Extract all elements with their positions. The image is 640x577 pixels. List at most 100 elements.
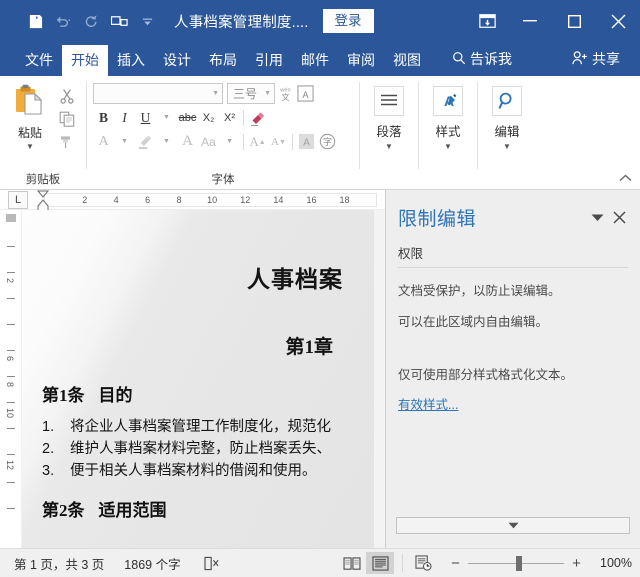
page-indicator[interactable]: 第 1 页，共 3 页 <box>14 554 104 573</box>
spelling-check-icon[interactable] <box>201 552 225 574</box>
paragraph-icon <box>374 86 404 116</box>
indent-marker[interactable] <box>36 190 50 210</box>
zoom-in-button[interactable]: + <box>570 556 583 571</box>
list-item-number: 2. <box>42 438 70 460</box>
format-painter-icon[interactable] <box>56 132 78 152</box>
doc-chapter: 第1章 <box>36 332 355 359</box>
view-print-layout-button[interactable] <box>366 552 394 574</box>
ruler-tick: 10 <box>207 195 217 205</box>
maximize-icon[interactable] <box>552 0 596 42</box>
text-effects-icon[interactable]: A <box>93 131 114 152</box>
vertical-ruler[interactable]: 2 6 8 10 12 <box>0 210 22 548</box>
grow-font-icon[interactable]: A▲ <box>247 131 268 152</box>
minimize-icon[interactable] <box>508 0 552 42</box>
chevron-down-icon[interactable]: ▼ <box>212 90 219 97</box>
customize-qat-icon[interactable] <box>134 8 160 34</box>
tab-home[interactable]: 开始 <box>62 45 108 76</box>
styles-label: 样式 <box>435 121 460 140</box>
undo-icon[interactable] <box>50 8 76 34</box>
font-color-icon[interactable]: A <box>177 131 198 152</box>
font-size-combo[interactable]: 三号 ▼ <box>227 83 275 104</box>
italic-label: I <box>122 110 127 126</box>
shrink-font-icon[interactable]: A▼ <box>268 131 289 152</box>
chevron-down-icon[interactable] <box>586 207 608 229</box>
character-shading-icon[interactable]: A <box>296 131 317 152</box>
paste-dropdown-caret[interactable]: ▼ <box>26 143 34 151</box>
tab-review[interactable]: 审阅 <box>338 45 384 76</box>
list-item: 2. 维护人事档案材料完整，防止档案丢失、 <box>42 438 355 460</box>
text-effects-caret[interactable]: ▼ <box>114 131 135 152</box>
touch-mode-icon[interactable] <box>106 8 132 34</box>
zoom-slider[interactable] <box>468 563 564 564</box>
window-controls <box>466 0 640 42</box>
copy-icon[interactable] <box>56 109 78 129</box>
zoom-slider-thumb[interactable] <box>516 556 522 571</box>
change-case-icon[interactable]: Aa <box>198 131 219 152</box>
highlight-caret[interactable]: ▼ <box>156 131 177 152</box>
underline-dropdown-caret[interactable]: ▼ <box>156 107 177 128</box>
document-vertical-scrollbar[interactable] <box>373 210 385 548</box>
list-item-number: 3. <box>42 460 70 482</box>
document-page-wrap: 人事档案 第1章 第1条目的 1. 将企业人事档案管理工作制度化，规范化 <box>22 210 373 548</box>
character-border-icon[interactable]: A <box>295 84 315 104</box>
macro-record-icon[interactable] <box>411 552 435 574</box>
view-read-mode-button[interactable] <box>338 552 366 574</box>
document-page[interactable]: 人事档案 第1章 第1条目的 1. 将企业人事档案管理工作制度化，规范化 <box>22 210 373 548</box>
close-icon[interactable] <box>596 0 640 42</box>
subscript-button[interactable]: X₂ <box>198 107 219 128</box>
word-count[interactable]: 1869 个字 <box>124 554 180 573</box>
paste-button[interactable]: 粘贴 ▼ <box>6 82 54 151</box>
svg-text:字: 字 <box>323 136 332 147</box>
horizontal-ruler[interactable]: L 2 4 6 8 10 12 14 16 18 <box>0 190 385 210</box>
strikethrough-button[interactable]: abc <box>177 107 198 128</box>
ruler-strip: 2 4 6 8 10 12 14 16 18 <box>44 193 377 207</box>
phonetic-guide-icon[interactable]: wén文 <box>275 84 295 104</box>
editing-button[interactable]: 编辑 ▼ <box>484 82 530 151</box>
group-editing: 编辑 ▼ <box>478 78 536 189</box>
clear-formatting-icon[interactable] <box>247 107 268 128</box>
tab-references[interactable]: 引用 <box>246 45 292 76</box>
pane-expand-button[interactable] <box>396 517 630 534</box>
pane-title: 限制编辑 <box>398 204 586 231</box>
ribbon-display-options-icon[interactable] <box>466 0 508 42</box>
section-2-number: 第2条 <box>42 501 85 520</box>
italic-button[interactable]: I <box>114 107 135 128</box>
tab-design[interactable]: 设计 <box>154 45 200 76</box>
tab-mailings[interactable]: 邮件 <box>292 45 338 76</box>
tab-insert[interactable]: 插入 <box>108 45 154 76</box>
superscript-button[interactable]: X² <box>219 107 240 128</box>
tab-file[interactable]: 文件 <box>16 45 62 76</box>
list-item: 3. 便于相关人事档案材料的借阅和使用。 <box>42 460 355 482</box>
paragraph-dropdown-caret[interactable]: ▼ <box>385 143 393 151</box>
styles-button[interactable]: A 样式 ▼ <box>425 82 471 151</box>
font-size-value: 三号 <box>233 85 257 102</box>
tab-layout[interactable]: 布局 <box>200 45 246 76</box>
cut-icon[interactable] <box>56 86 78 106</box>
available-styles-link[interactable]: 有效样式... <box>386 394 640 413</box>
collapse-ribbon-icon[interactable] <box>619 173 632 185</box>
zoom-out-button[interactable]: − <box>449 556 462 571</box>
redo-icon[interactable] <box>78 8 104 34</box>
chevron-down-icon[interactable]: ▼ <box>264 90 271 97</box>
zoom-percent-label[interactable]: 100% <box>596 556 632 570</box>
vruler-tick: 12 <box>5 460 15 470</box>
font-name-combo[interactable]: ▼ <box>93 83 223 104</box>
paragraph-button[interactable]: 段落 ▼ <box>366 82 412 151</box>
tab-view[interactable]: 视图 <box>384 45 430 76</box>
tab-stop-selector[interactable]: L <box>8 191 28 209</box>
change-case-caret[interactable]: ▼ <box>219 131 240 152</box>
save-icon[interactable] <box>22 8 48 34</box>
word-window: 人事档案管理制度.... 登录 文件 开始 插入 设计 布局 引用 邮件 审阅 … <box>0 0 640 577</box>
text-highlight-icon[interactable] <box>135 131 156 152</box>
underline-button[interactable]: U <box>135 107 156 128</box>
share-button[interactable]: 共享 <box>564 43 628 76</box>
tell-me-button[interactable]: 告诉我 <box>444 43 520 76</box>
styles-dropdown-caret[interactable]: ▼ <box>444 143 452 151</box>
sign-in-button[interactable]: 登录 <box>323 9 374 34</box>
enclose-character-icon[interactable]: 字 <box>317 131 338 152</box>
svg-text:A: A <box>302 90 309 101</box>
doc-section-1: 第1条目的 <box>36 381 355 406</box>
editing-dropdown-caret[interactable]: ▼ <box>503 143 511 151</box>
bold-button[interactable]: B <box>93 107 114 128</box>
close-icon[interactable] <box>608 207 630 229</box>
